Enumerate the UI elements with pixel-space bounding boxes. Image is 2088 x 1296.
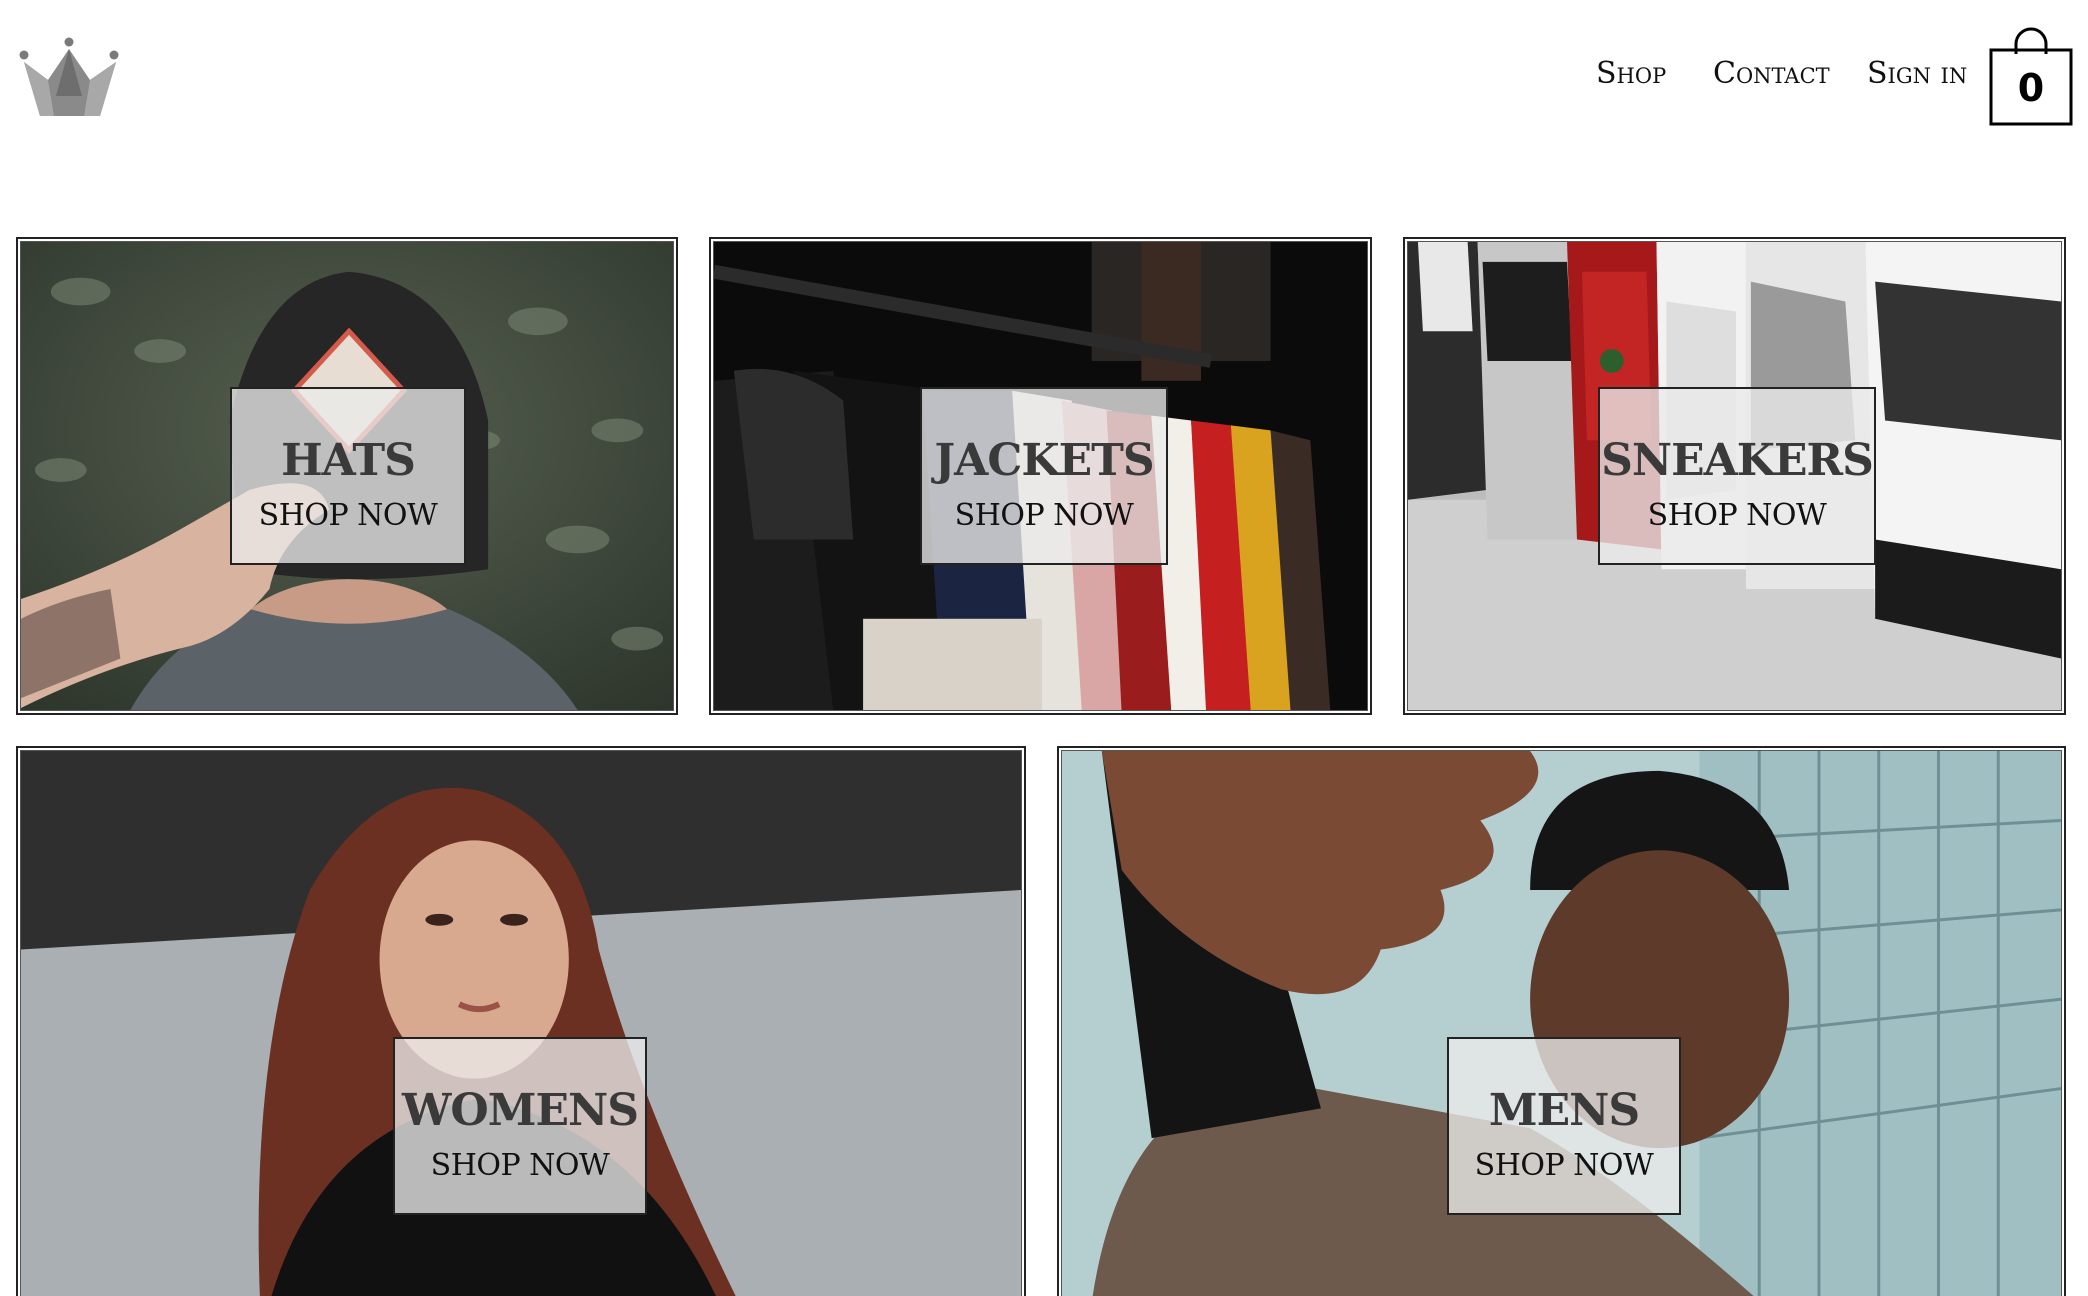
shop-now-link[interactable]: SHOP NOW xyxy=(232,501,464,531)
shop-now-link[interactable]: SHOP NOW xyxy=(395,1151,645,1181)
category-tile-mens[interactable]: MENS SHOP NOW xyxy=(1057,746,2066,1296)
category-title: MENS xyxy=(1488,1085,1640,1136)
sneakers-label-box: SNEAKERS SHOP NOW xyxy=(1598,387,1876,565)
category-title: JACKETS xyxy=(934,435,1154,486)
nav-shop-link[interactable]: Shop xyxy=(1596,56,1666,96)
shop-now-link[interactable]: SHOP NOW xyxy=(1600,501,1874,531)
nav-sign-in-link[interactable]: Sign in xyxy=(1867,56,1967,96)
category-tile-hats[interactable]: HATS SHOP NOW xyxy=(16,237,678,715)
home-logo-link[interactable] xyxy=(18,36,122,120)
shop-now-link[interactable]: SHOP NOW xyxy=(1449,1151,1679,1181)
mens-label-box: MENS SHOP NOW xyxy=(1447,1037,1681,1215)
hats-label-box: HATS SHOP NOW xyxy=(230,387,466,565)
category-tile-sneakers[interactable]: SNEAKERS SHOP NOW xyxy=(1403,237,2066,715)
shop-homepage: Shop Contact Sign in 0 HATS SHOP NOW JAC… xyxy=(0,0,2088,1296)
nav-contact-link[interactable]: Contact xyxy=(1713,56,1830,96)
category-tile-womens[interactable]: WOMENS SHOP NOW xyxy=(16,746,1026,1296)
category-tile-jackets[interactable]: JACKETS SHOP NOW xyxy=(709,237,1372,715)
jackets-label-box: JACKETS SHOP NOW xyxy=(920,387,1168,565)
cart-button[interactable]: 0 xyxy=(1988,24,2074,128)
shop-now-link[interactable]: SHOP NOW xyxy=(922,501,1166,531)
category-title: SNEAKERS xyxy=(1601,435,1874,486)
category-title: WOMENS xyxy=(402,1085,639,1136)
category-title: HATS xyxy=(281,435,416,486)
crown-icon xyxy=(19,37,119,116)
cart-count: 0 xyxy=(2017,66,2045,110)
womens-label-box: WOMENS SHOP NOW xyxy=(393,1037,647,1215)
